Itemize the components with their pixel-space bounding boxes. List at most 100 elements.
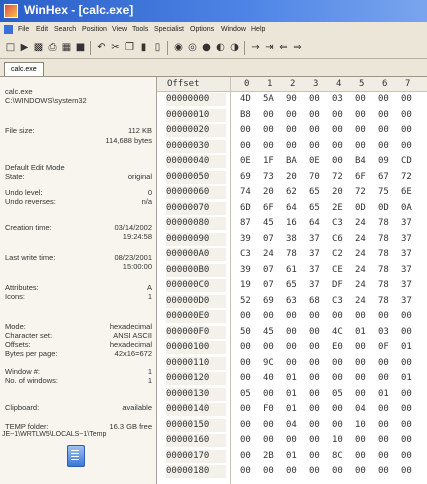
hex-byte[interactable]: 52 — [240, 295, 251, 308]
hex-row[interactable]: 00000010 B8 00 00 00 00 00 00 00 — [157, 108, 427, 122]
hex-byte[interactable]: 78 — [378, 295, 389, 308]
hex-byte[interactable]: 00 — [263, 124, 274, 137]
hex-byte[interactable]: 61 — [286, 264, 297, 277]
hex-row[interactable]: 00000070 6D 6F 64 65 2E 0D 0D 0A — [157, 201, 427, 215]
hex-byte[interactable]: 00 — [332, 357, 343, 370]
hex-byte[interactable]: 2B — [263, 450, 274, 463]
hex-byte[interactable]: 03 — [378, 326, 389, 339]
hex-byte[interactable]: 38 — [286, 233, 297, 246]
hex-byte[interactable]: 16 — [286, 217, 297, 230]
hex-byte[interactable]: 00 — [401, 465, 412, 478]
hex-byte[interactable]: 50 — [240, 326, 251, 339]
replace-text-icon[interactable]: ● — [200, 41, 213, 54]
hex-byte[interactable]: 00 — [286, 434, 297, 447]
hex-byte[interactable]: 01 — [286, 372, 297, 385]
hex-byte[interactable]: C3 — [240, 248, 251, 261]
hex-byte[interactable]: 00 — [263, 341, 274, 354]
hex-row[interactable]: 00000030 00 00 00 00 00 00 00 00 — [157, 139, 427, 153]
hex-byte[interactable]: B8 — [240, 109, 251, 122]
hex-byte[interactable]: E0 — [332, 341, 343, 354]
hex-byte[interactable]: 00 — [309, 310, 320, 323]
hex-byte[interactable]: 39 — [240, 264, 251, 277]
hex-byte[interactable]: 64 — [309, 217, 320, 230]
hex-byte[interactable]: 00 — [378, 109, 389, 122]
hex-byte[interactable]: CD — [401, 155, 412, 168]
hex-row[interactable]: 00000060 74 20 62 65 20 72 75 6E — [157, 186, 427, 199]
hex-byte[interactable]: 2E — [332, 202, 343, 215]
hex-byte[interactable]: 00 — [401, 419, 412, 432]
hex-byte[interactable]: 07 — [263, 279, 274, 292]
hex-byte[interactable]: 00 — [309, 93, 320, 106]
hex-byte[interactable]: 20 — [286, 171, 297, 184]
menu-file[interactable]: File — [18, 26, 29, 33]
hex-byte[interactable]: 37 — [401, 233, 412, 246]
hex-byte[interactable]: 09 — [378, 155, 389, 168]
hex-byte[interactable]: 64 — [286, 202, 297, 215]
hex-byte[interactable]: 00 — [378, 357, 389, 370]
hex-byte[interactable]: 00 — [401, 93, 412, 106]
hex-row[interactable]: 000000B0 39 07 61 37 CE 24 78 37 — [157, 263, 427, 277]
hex-byte[interactable]: 00 — [332, 372, 343, 385]
hex-byte[interactable]: 00 — [378, 419, 389, 432]
hex-byte[interactable]: 67 — [378, 171, 389, 184]
hex-byte[interactable]: 24 — [355, 264, 366, 277]
menu-options[interactable]: Options — [190, 26, 214, 33]
hex-byte[interactable]: 37 — [309, 279, 320, 292]
hex-byte[interactable]: 4D — [240, 93, 251, 106]
hex-byte[interactable]: 37 — [401, 264, 412, 277]
hex-row[interactable]: 00000170 00 2B 01 00 8C 00 00 00 — [157, 449, 427, 463]
hex-row[interactable]: 00000050 69 73 20 70 72 6F 67 72 — [157, 170, 427, 184]
hex-byte[interactable]: 00 — [240, 465, 251, 478]
hex-byte[interactable]: 00 — [332, 310, 343, 323]
hex-byte[interactable]: 0F — [378, 341, 389, 354]
hex-row[interactable]: 00000000 4D 5A 90 00 03 00 00 00 — [157, 93, 427, 106]
copy-icon[interactable]: ❐ — [123, 41, 136, 54]
properties-icon[interactable]: ▦ — [60, 41, 73, 54]
hex-byte[interactable]: 00 — [286, 326, 297, 339]
hex-byte[interactable]: 00 — [332, 155, 343, 168]
hex-byte[interactable]: C3 — [332, 217, 343, 230]
hex-byte[interactable]: 00 — [401, 109, 412, 122]
hex-byte[interactable]: C6 — [332, 233, 343, 246]
hex-byte[interactable]: 00 — [240, 372, 251, 385]
hex-row[interactable]: 00000160 00 00 00 00 10 00 00 00 — [157, 434, 427, 447]
hex-byte[interactable]: 00 — [378, 434, 389, 447]
hex-byte[interactable]: 00 — [401, 357, 412, 370]
hex-byte[interactable]: 05 — [240, 388, 251, 401]
hex-byte[interactable]: F0 — [263, 403, 274, 416]
goto-sector-icon[interactable]: ⇥ — [263, 41, 276, 54]
hex-byte[interactable]: 6F — [355, 171, 366, 184]
hex-byte[interactable]: 72 — [401, 171, 412, 184]
hex-byte[interactable]: 24 — [355, 248, 366, 261]
hex-byte[interactable]: 00 — [309, 450, 320, 463]
hex-byte[interactable]: 37 — [309, 248, 320, 261]
hex-byte[interactable]: 00 — [240, 357, 251, 370]
hex-byte[interactable]: 00 — [378, 124, 389, 137]
hex-byte[interactable]: 00 — [240, 450, 251, 463]
hex-byte[interactable]: 8C — [332, 450, 343, 463]
hex-byte[interactable]: 00 — [309, 388, 320, 401]
hex-byte[interactable]: 78 — [378, 233, 389, 246]
hex-byte[interactable]: 37 — [309, 264, 320, 277]
hex-byte[interactable]: 00 — [378, 450, 389, 463]
hex-byte[interactable]: 00 — [240, 140, 251, 153]
hex-byte[interactable]: 00 — [401, 388, 412, 401]
open-icon[interactable]: ▶ — [18, 41, 31, 54]
cut-icon[interactable]: ✂ — [109, 41, 122, 54]
menu-specialist[interactable]: Specialist — [154, 26, 184, 33]
hex-byte[interactable]: 37 — [309, 233, 320, 246]
hex-byte[interactable]: 5A — [263, 93, 274, 106]
hex-row[interactable]: 00000020 00 00 00 00 00 00 00 00 — [157, 124, 427, 137]
hex-byte[interactable]: 39 — [240, 233, 251, 246]
hex-byte[interactable]: 00 — [401, 124, 412, 137]
hex-byte[interactable]: 45 — [263, 217, 274, 230]
hex-byte[interactable]: C3 — [332, 295, 343, 308]
hex-row[interactable]: 00000120 00 40 01 00 00 00 00 01 — [157, 372, 427, 385]
hex-byte[interactable]: 00 — [240, 434, 251, 447]
hex-byte[interactable]: 65 — [309, 186, 320, 199]
hex-byte[interactable]: 00 — [355, 124, 366, 137]
menu-edit[interactable]: Edit — [36, 26, 48, 33]
hex-byte[interactable]: 00 — [378, 403, 389, 416]
hex-byte[interactable]: 9C — [263, 357, 274, 370]
hex-byte[interactable]: 00 — [286, 124, 297, 137]
